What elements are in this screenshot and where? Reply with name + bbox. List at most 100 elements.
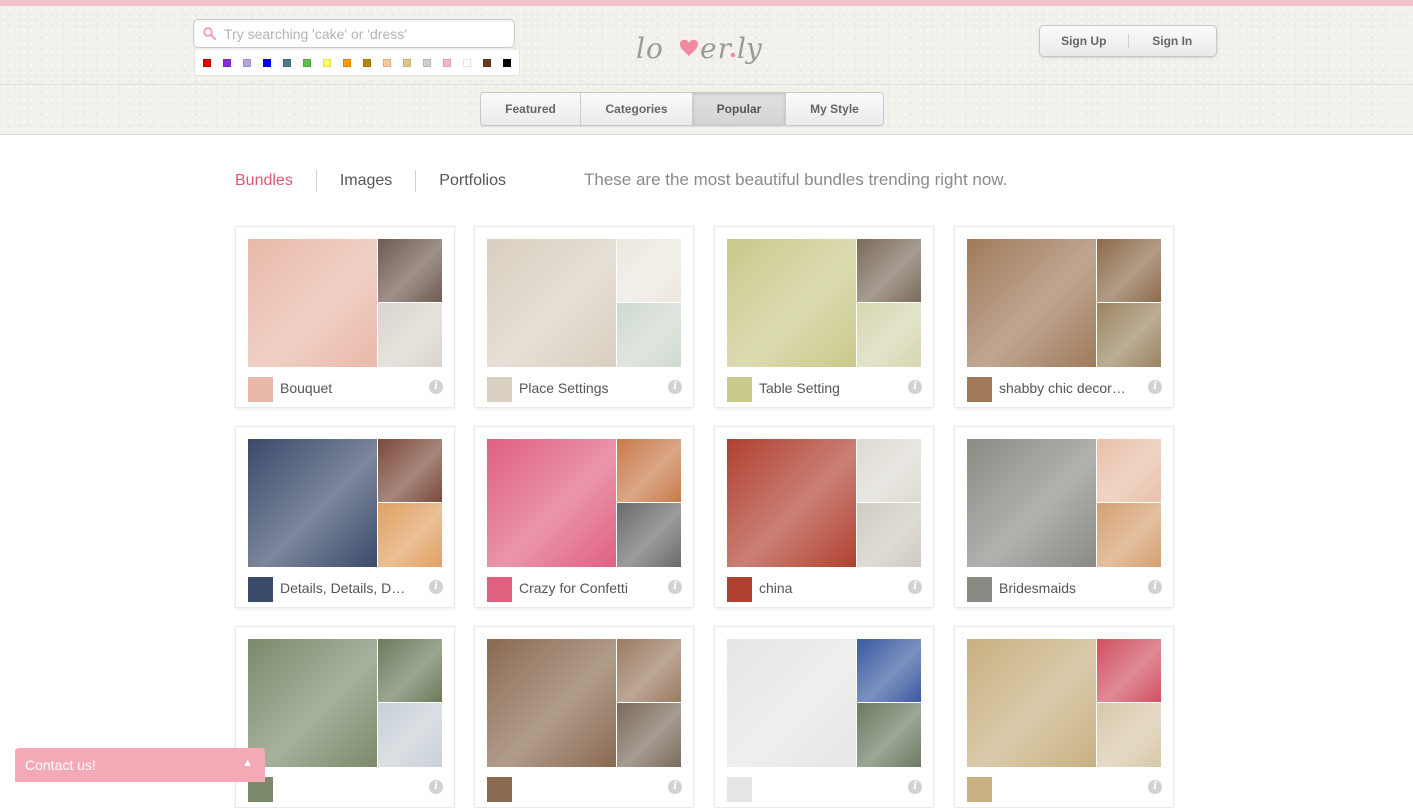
info-icon[interactable]: i [429, 380, 443, 394]
bundle-card[interactable]: china i [714, 426, 934, 608]
curator-avatar[interactable] [967, 777, 992, 802]
color-swatch[interactable] [257, 50, 277, 75]
info-icon[interactable]: i [429, 780, 443, 794]
bundle-card[interactable]: Details, Details, D… i [235, 426, 455, 608]
color-swatch[interactable] [237, 50, 257, 75]
bundle-thumb-image [617, 503, 681, 567]
color-swatch[interactable] [317, 50, 337, 75]
bundle-card[interactable]: i [714, 626, 934, 808]
bundle-thumb-image [857, 639, 921, 702]
bundle-title: shabby chic decor… [999, 380, 1126, 396]
header: lo er ly Sign Up Sign In Featured Catego… [0, 6, 1413, 135]
color-swatch[interactable] [377, 50, 397, 75]
bundle-card[interactable]: i [954, 626, 1174, 808]
info-icon[interactable]: i [668, 780, 682, 794]
swatch-color [323, 58, 331, 67]
swatch-color [363, 58, 371, 67]
bundle-card[interactable]: Bridesmaids i [954, 426, 1174, 608]
bundle-card[interactable]: Crazy for Confetti i [474, 426, 694, 608]
bundle-card[interactable]: shabby chic decor… i [954, 226, 1174, 408]
color-swatch[interactable] [197, 50, 217, 75]
bundle-card[interactable]: i [235, 626, 455, 808]
info-icon[interactable]: i [1148, 380, 1162, 394]
info-icon[interactable]: i [1148, 780, 1162, 794]
bundle-main-image [727, 239, 856, 367]
bundle-main-image [967, 439, 1096, 567]
logo[interactable]: lo er ly [636, 22, 776, 80]
info-icon[interactable]: i [668, 580, 682, 594]
curator-avatar[interactable] [487, 577, 512, 602]
contact-us-button[interactable]: Contact us! ▲ [15, 748, 265, 782]
bundle-thumb-image [857, 703, 921, 767]
color-swatch[interactable] [277, 50, 297, 75]
swatch-color [283, 58, 291, 67]
info-icon[interactable]: i [1148, 580, 1162, 594]
curator-avatar[interactable] [727, 377, 752, 402]
info-icon[interactable]: i [908, 380, 922, 394]
bundle-thumb-image [1097, 703, 1161, 767]
subnav-bundles[interactable]: Bundles [235, 172, 293, 190]
bundle-card[interactable]: Table Setting i [714, 226, 934, 408]
bundle-card[interactable]: i [474, 626, 694, 808]
bundle-card[interactable]: Place Settings i [474, 226, 694, 408]
search-icon [203, 27, 216, 40]
bundle-title: china [759, 580, 793, 596]
swatch-color [303, 58, 311, 67]
bundle-thumb-image [617, 239, 681, 302]
bundle-title: Crazy for Confetti [519, 580, 628, 596]
curator-avatar[interactable] [727, 777, 752, 802]
color-swatch[interactable] [297, 50, 317, 75]
curator-avatar[interactable] [487, 377, 512, 402]
search-input[interactable] [224, 24, 504, 44]
bundle-thumb-image [857, 439, 921, 502]
info-icon[interactable]: i [429, 580, 443, 594]
curator-avatar[interactable] [967, 377, 992, 402]
curator-avatar[interactable] [487, 777, 512, 802]
color-swatch[interactable] [217, 50, 237, 75]
curator-avatar[interactable] [727, 577, 752, 602]
subnav-images[interactable]: Images [340, 172, 392, 190]
sign-up-button[interactable]: Sign Up [1040, 34, 1128, 48]
tab-categories[interactable]: Categories [581, 93, 693, 125]
contact-label: Contact us! [25, 757, 96, 773]
color-swatch[interactable] [477, 50, 497, 75]
color-swatch[interactable] [497, 50, 517, 75]
chevron-up-icon: ▲ [242, 757, 253, 769]
tab-featured[interactable]: Featured [481, 93, 581, 125]
color-filter [194, 50, 520, 76]
bundle-thumb-image [857, 239, 921, 302]
subnav-separator [315, 170, 317, 192]
color-swatch[interactable] [437, 50, 457, 75]
search-box[interactable] [193, 19, 515, 48]
tab-popular[interactable]: Popular [693, 93, 786, 125]
bundle-thumb-image [617, 439, 681, 502]
color-swatch[interactable] [397, 50, 417, 75]
curator-avatar[interactable] [967, 577, 992, 602]
subnav-portfolios[interactable]: Portfolios [439, 172, 506, 190]
sign-in-button[interactable]: Sign In [1129, 34, 1217, 48]
bundle-thumb-image [617, 639, 681, 702]
swatch-color [203, 58, 211, 67]
swatch-color [423, 58, 431, 67]
tab-my-style[interactable]: My Style [786, 93, 883, 125]
info-icon[interactable]: i [668, 380, 682, 394]
bundle-card[interactable]: Bouquet i [235, 226, 455, 408]
bundle-main-image [487, 239, 616, 367]
bundle-main-image [967, 639, 1096, 767]
swatch-color [383, 58, 391, 67]
bundle-thumb-image [617, 703, 681, 767]
bundle-thumb-image [1097, 439, 1161, 502]
bundle-thumb-image [1097, 639, 1161, 702]
bundle-title: Table Setting [759, 380, 840, 396]
info-icon[interactable]: i [908, 580, 922, 594]
bundle-thumb-image [378, 439, 442, 502]
color-swatch[interactable] [457, 50, 477, 75]
curator-avatar[interactable] [248, 577, 273, 602]
curator-avatar[interactable] [248, 377, 273, 402]
color-swatch[interactable] [337, 50, 357, 75]
svg-text:ly: ly [737, 32, 763, 65]
color-swatch[interactable] [417, 50, 437, 75]
color-swatch[interactable] [357, 50, 377, 75]
bundle-main-image [248, 639, 377, 767]
info-icon[interactable]: i [908, 780, 922, 794]
